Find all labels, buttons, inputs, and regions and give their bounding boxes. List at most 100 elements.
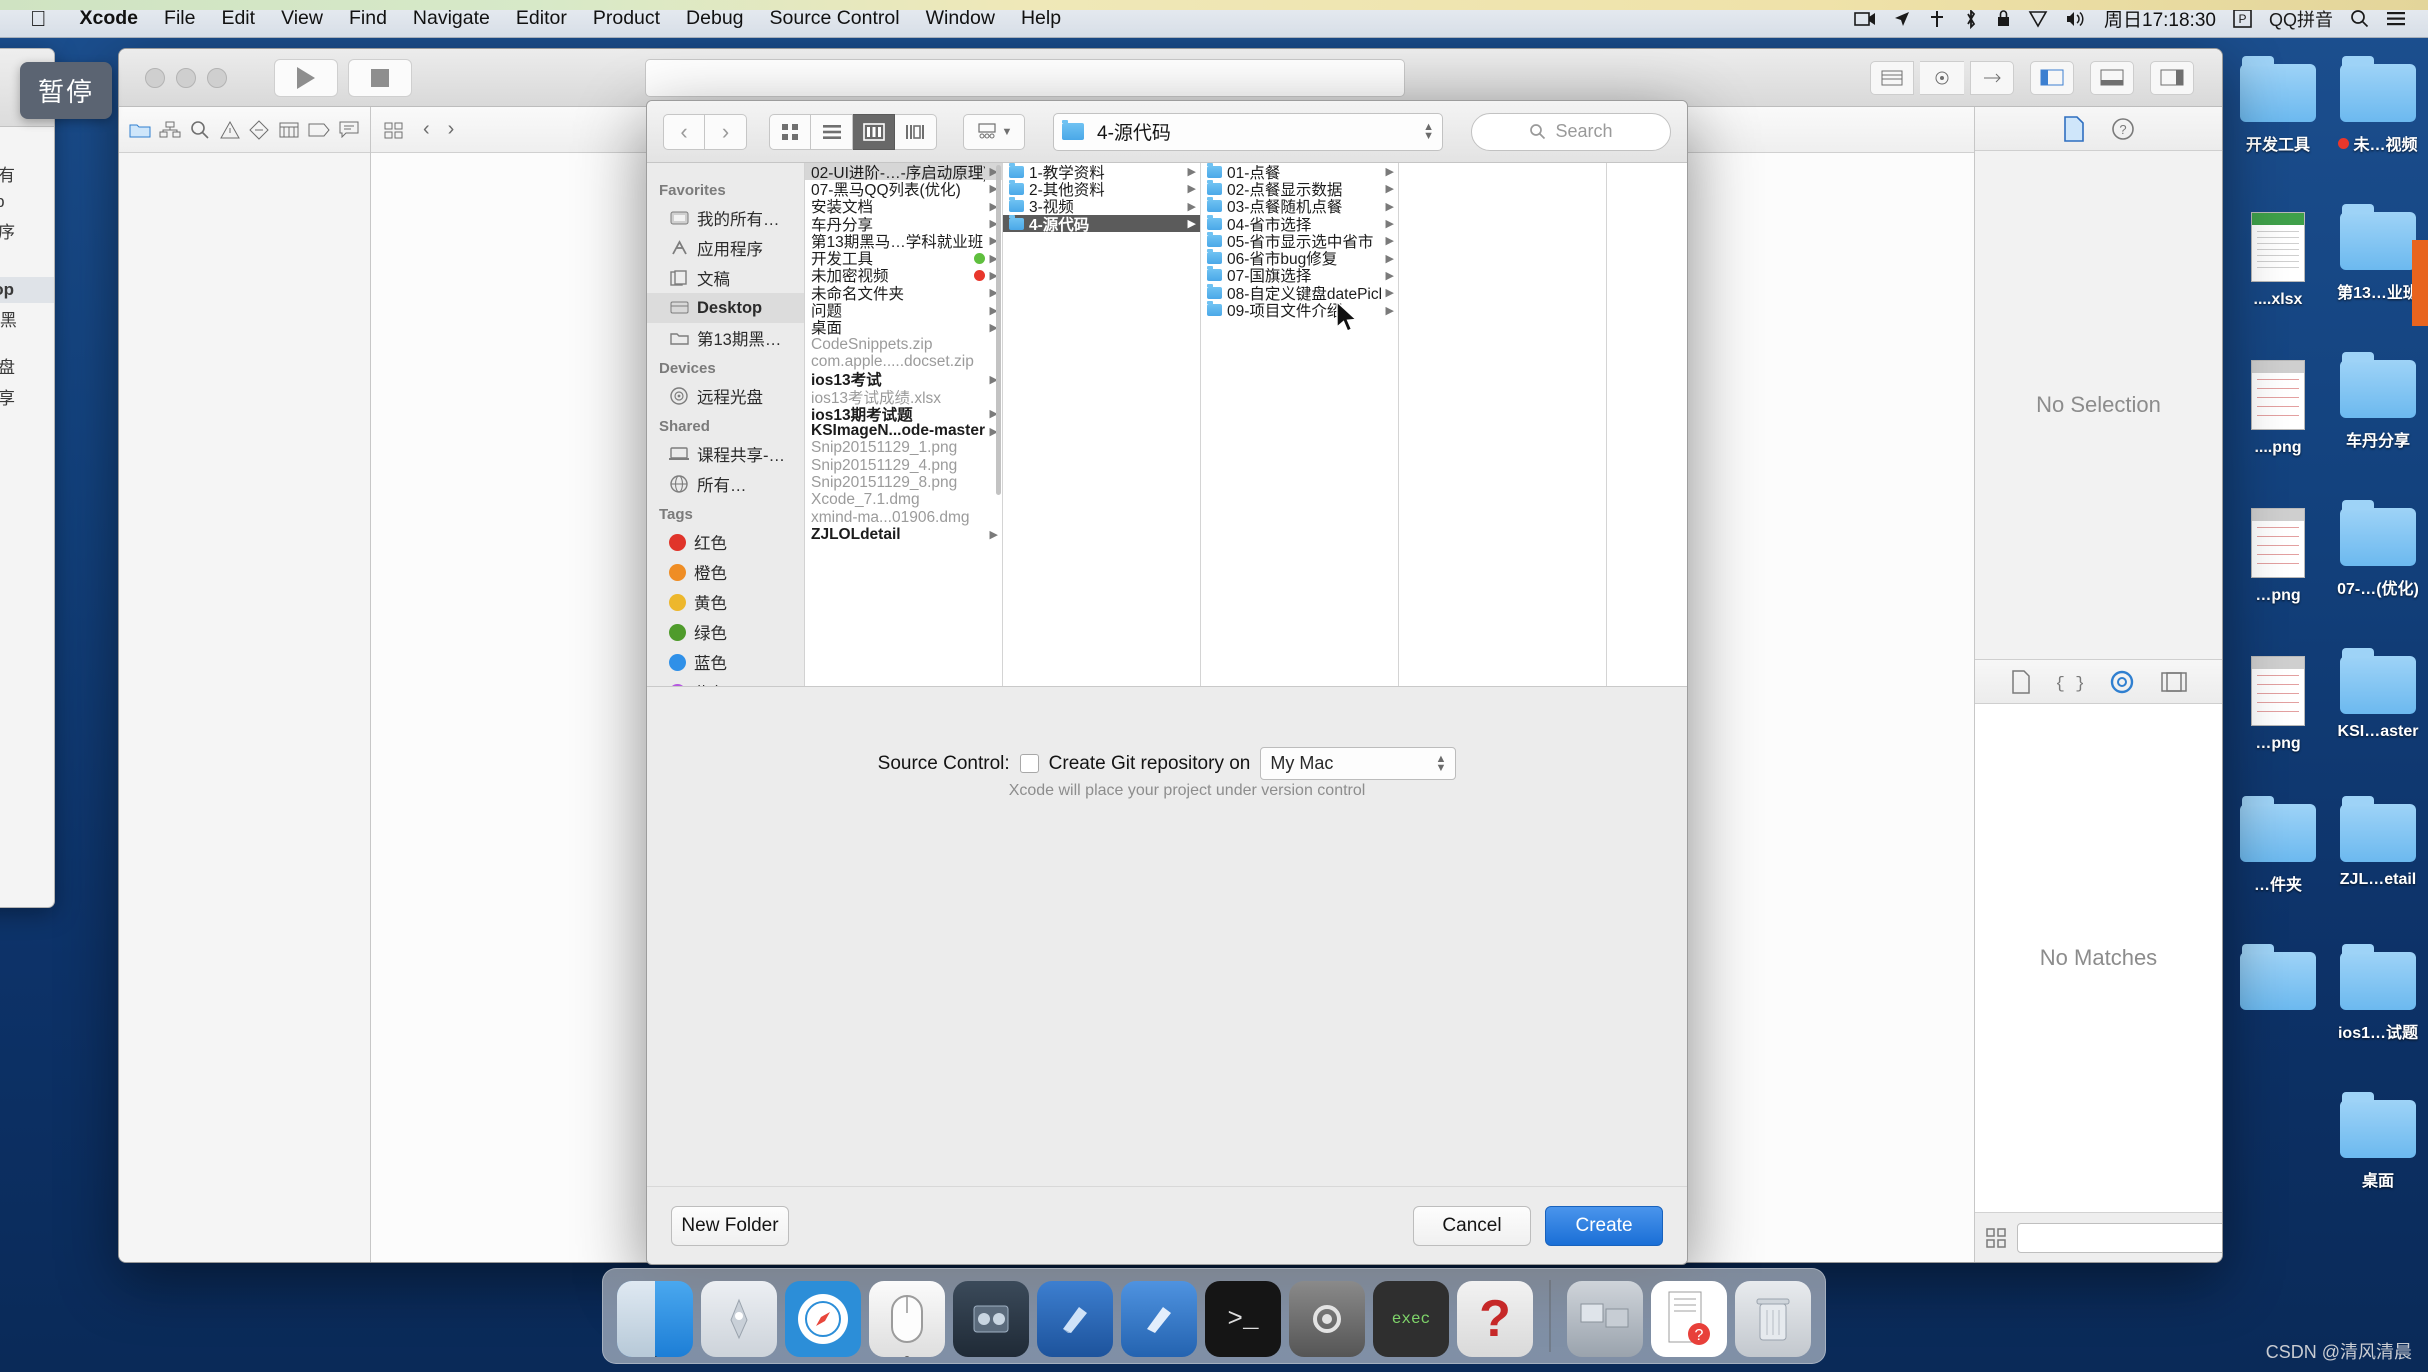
dock[interactable]: >_ exec ? ? <box>602 1268 1826 1364</box>
background-window-row[interactable]: AirDrop <box>0 189 54 215</box>
media-library-icon[interactable] <box>2160 671 2187 692</box>
navigator-tab-bar[interactable] <box>119 107 370 153</box>
view-mode-group[interactable] <box>769 113 937 150</box>
forward-button[interactable]: › <box>705 113 747 150</box>
file-row[interactable]: Snip20151129_8.png <box>805 474 1002 491</box>
sidebar-item-desktop-icon[interactable]: Desktop <box>647 293 804 323</box>
desktop-icon[interactable]: …png <box>2228 640 2328 788</box>
browser-column-1[interactable]: 02-UI进阶-…-序启动原理) ▶ 07-黑马QQ列表(优化) ▶ 安装文档 ▶ 车丹分享… <box>805 163 1003 686</box>
quick-help-icon[interactable]: ? <box>2111 117 2135 141</box>
screen-recording-icon[interactable] <box>1854 11 1876 27</box>
desktop-icon[interactable]: ZJL…etail <box>2328 788 2428 936</box>
inspector-tab-bar[interactable]: ? <box>1975 107 2222 151</box>
navigator-toggle-icon[interactable] <box>2029 60 2074 95</box>
finder-sidebar[interactable]: Favorites 我的所有… 应用程序 文稿 Desktop 第13期黑… Devices… <box>647 163 805 686</box>
desktop-icon[interactable] <box>2228 936 2328 1084</box>
menu-editor[interactable]: Editor <box>503 7 580 30</box>
background-window-row[interactable]: 远程光盘 <box>0 350 54 381</box>
background-window-row[interactable]: 红色 <box>0 443 54 474</box>
dock-item-safari[interactable] <box>785 1281 861 1357</box>
source-control-row[interactable]: Source Control: Create Git repository on… <box>647 747 1687 780</box>
bluetooth-icon[interactable] <box>1963 8 1979 29</box>
location-icon[interactable] <box>1893 10 1911 28</box>
desktop-icon[interactable]: 07-…(优化) <box>2328 492 2428 640</box>
standard-editor-icon[interactable] <box>1869 60 1914 95</box>
background-window-row[interactable]: 度 <box>0 127 54 158</box>
utilities-panel[interactable]: ? No Selection { } No Matches <box>1974 107 2222 1262</box>
debug-toggle-icon[interactable] <box>2089 60 2134 95</box>
run-button[interactable] <box>274 58 338 97</box>
desktop-icon[interactable]: ....png <box>2228 344 2328 492</box>
version-editor-icon[interactable] <box>1969 60 2014 95</box>
shield-icon[interactable] <box>2028 9 2048 28</box>
navigator-panel[interactable] <box>119 107 371 1262</box>
menu-source-control[interactable]: Source Control <box>757 7 913 30</box>
menu-product[interactable]: Product <box>580 7 673 30</box>
sidebar-item-tag-dot[interactable]: 橙色 <box>647 557 804 587</box>
dock-item-mouse-app[interactable] <box>869 1281 945 1357</box>
create-button[interactable]: Create <box>1545 1205 1663 1246</box>
dock-item-quicktime[interactable] <box>953 1281 1029 1357</box>
background-window-row[interactable]: 所有... <box>0 412 54 443</box>
issue-navigator-icon[interactable] <box>218 118 242 142</box>
sheet-button-bar[interactable]: New Folder Cancel Create <box>647 1186 1687 1264</box>
desktop-icon-grid[interactable]: 开发工具 未…视频 ....xlsx 第13…业班 ....png 车丹分享 …png 07-… <box>2228 48 2428 1232</box>
file-row[interactable]: KSImageN...ode-master ▶ <box>805 422 1002 439</box>
sidebar-item-all-network-icon[interactable]: 所有… <box>647 469 804 499</box>
desktop-icon[interactable]: 桌面 <box>2328 1084 2428 1232</box>
apple-icon[interactable]:  <box>30 7 47 30</box>
desktop-icon[interactable] <box>2228 1084 2328 1232</box>
zoom-button[interactable] <box>207 67 227 88</box>
object-library-icon[interactable] <box>2109 669 2135 695</box>
browser-column-4[interactable] <box>1399 163 1607 686</box>
background-window-row[interactable]: Desktop <box>0 277 54 303</box>
save-project-sheet[interactable]: ‹ › ▼ 4-源代码 ▲ ▼ Search Favorites 我的所有… 应… <box>646 100 1688 1265</box>
background-window-row[interactable]: 课程共享 <box>0 381 54 412</box>
file-row[interactable]: 4-源代码 ▶ <box>1003 214 1200 234</box>
browser-column-3[interactable]: 01-点餐 ▶ 02-点餐显示数据 ▶ 03-点餐随机点餐 ▶ 04-省市选择 ▶ 05-省市显… <box>1201 163 1399 686</box>
dock-item-screen-sharing[interactable] <box>1567 1281 1643 1357</box>
column-browser[interactable]: Favorites 我的所有… 应用程序 文稿 Desktop 第13期黑… Devices… <box>647 163 1687 687</box>
project-navigator-icon[interactable] <box>128 118 152 142</box>
spotlight-search-icon[interactable] <box>2350 9 2369 28</box>
background-window-row[interactable]: 第13期黑 <box>0 303 54 334</box>
file-row[interactable]: Snip20151129_4.png <box>805 457 1002 474</box>
related-items-icon[interactable] <box>383 120 405 140</box>
cancel-button[interactable]: Cancel <box>1413 1205 1531 1246</box>
symbol-navigator-icon[interactable] <box>158 118 182 142</box>
dock-item-document-stack[interactable]: ? <box>1651 1281 1727 1357</box>
library-filter-input[interactable] <box>2017 1222 2222 1253</box>
library-filter-bar[interactable] <box>1975 1212 2222 1262</box>
airplay-icon[interactable] <box>1928 10 1946 28</box>
browser-column-2[interactable]: 1-教学资料 ▶ 2-其他资料 ▶ 3-视频 ▶ 4-源代码 ▶ <box>1003 163 1201 686</box>
dock-item-terminal[interactable]: >_ <box>1205 1281 1281 1357</box>
sidebar-item-remote-disc-icon[interactable]: 远程光盘 <box>647 381 804 411</box>
search-input[interactable]: Search <box>1471 112 1671 151</box>
background-window-row[interactable]: 文稿 <box>0 246 54 277</box>
dock-item-system-preferences[interactable] <box>1289 1281 1365 1357</box>
file-row[interactable]: Snip20151129_1.png <box>805 439 1002 457</box>
grid-view-icon[interactable] <box>1985 1227 2007 1249</box>
background-window-row[interactable]: 应用程序 <box>0 215 54 246</box>
stepper-icon[interactable]: ▲ ▼ <box>1423 122 1434 142</box>
orange-side-tab[interactable] <box>2412 240 2428 326</box>
test-navigator-icon[interactable] <box>247 118 271 142</box>
create-git-checkbox[interactable] <box>1019 754 1039 773</box>
dock-item-launchpad[interactable] <box>701 1281 777 1357</box>
file-inspector-icon[interactable] <box>2063 115 2085 142</box>
desktop-icon[interactable]: ....xlsx <box>2228 196 2328 344</box>
stop-button[interactable] <box>348 58 412 97</box>
sidebar-item-tag-dot[interactable]: 红色 <box>647 527 804 557</box>
column-view-icon[interactable] <box>853 113 895 150</box>
menu-file[interactable]: File <box>151 7 208 30</box>
sidebar-item-tag-dot[interactable]: 绿色 <box>647 617 804 647</box>
pause-tooltip[interactable]: 暂停 <box>20 62 113 119</box>
list-view-icon[interactable] <box>811 113 853 150</box>
sidebar-item-tag-dot[interactable]: 紫色 <box>647 677 804 686</box>
dock-item-finder[interactable] <box>617 1281 693 1357</box>
menu-help[interactable]: Help <box>1008 7 1074 30</box>
close-button[interactable] <box>145 67 165 88</box>
dock-item-xcode[interactable] <box>1037 1281 1113 1357</box>
dock-item-exec[interactable]: exec <box>1373 1281 1449 1357</box>
file-row[interactable]: CodeSnippets.zip <box>805 336 1002 353</box>
